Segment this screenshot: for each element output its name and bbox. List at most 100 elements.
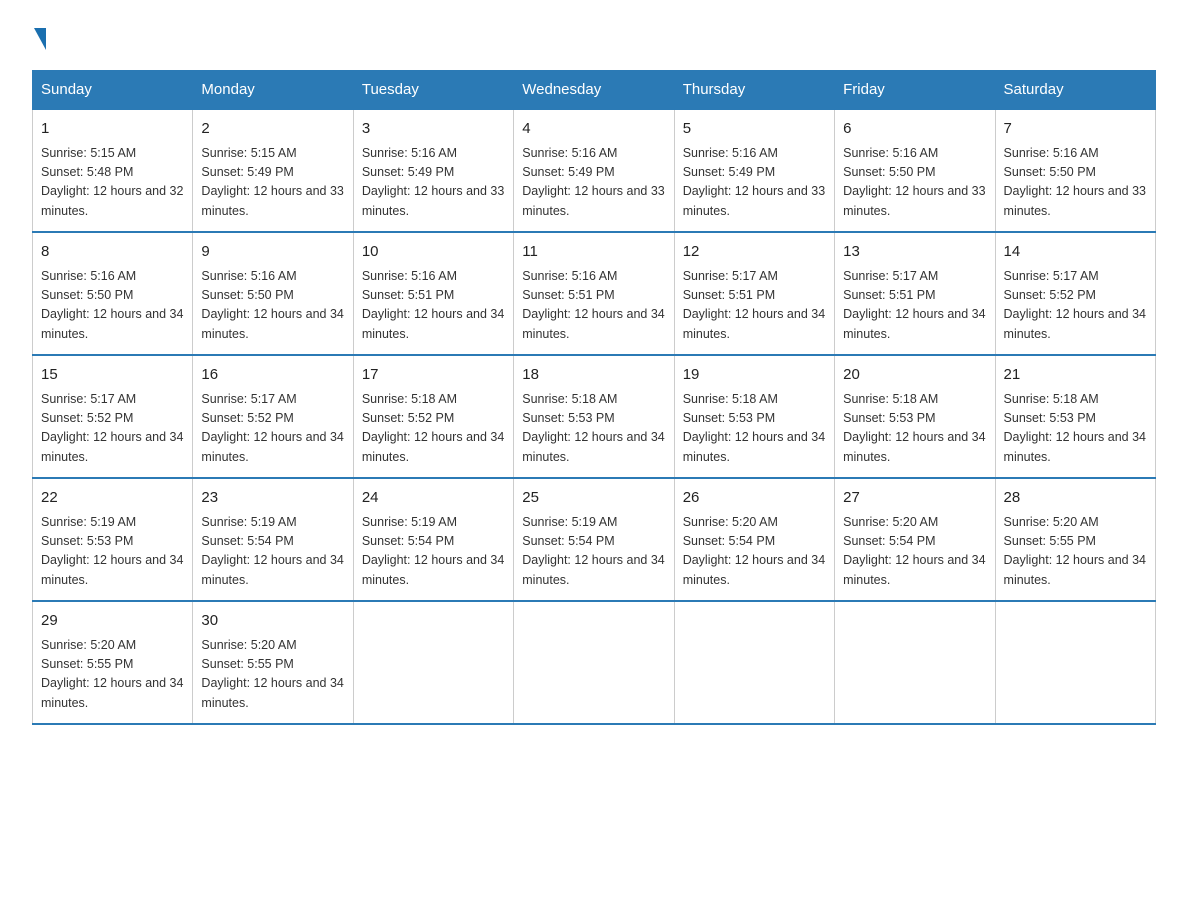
logo [32, 24, 46, 50]
calendar-cell: 10 Sunrise: 5:16 AMSunset: 5:51 PMDayligh… [353, 232, 513, 355]
calendar-cell: 15 Sunrise: 5:17 AMSunset: 5:52 PMDayligh… [33, 355, 193, 478]
day-number: 10 [362, 241, 505, 264]
calendar-cell [514, 601, 674, 724]
calendar-header-wednesday: Wednesday [514, 71, 674, 110]
day-info: Sunrise: 5:16 AMSunset: 5:51 PMDaylight:… [362, 269, 504, 341]
calendar-cell [835, 601, 995, 724]
day-number: 13 [843, 241, 986, 264]
day-number: 25 [522, 487, 665, 510]
day-info: Sunrise: 5:16 AMSunset: 5:49 PMDaylight:… [362, 146, 504, 218]
day-info: Sunrise: 5:17 AMSunset: 5:51 PMDaylight:… [843, 269, 985, 341]
day-number: 11 [522, 241, 665, 264]
day-number: 18 [522, 364, 665, 387]
calendar-cell: 29 Sunrise: 5:20 AMSunset: 5:55 PMDayligh… [33, 601, 193, 724]
calendar-cell: 19 Sunrise: 5:18 AMSunset: 5:53 PMDayligh… [674, 355, 834, 478]
calendar-cell: 7 Sunrise: 5:16 AMSunset: 5:50 PMDaylight… [995, 109, 1155, 232]
day-number: 28 [1004, 487, 1147, 510]
day-number: 24 [362, 487, 505, 510]
calendar-week-row-3: 15 Sunrise: 5:17 AMSunset: 5:52 PMDayligh… [33, 355, 1156, 478]
calendar-header-tuesday: Tuesday [353, 71, 513, 110]
day-number: 16 [201, 364, 344, 387]
calendar-cell: 1 Sunrise: 5:15 AMSunset: 5:48 PMDaylight… [33, 109, 193, 232]
day-number: 6 [843, 118, 986, 141]
calendar-cell: 9 Sunrise: 5:16 AMSunset: 5:50 PMDaylight… [193, 232, 353, 355]
calendar-cell: 23 Sunrise: 5:19 AMSunset: 5:54 PMDayligh… [193, 478, 353, 601]
day-number: 14 [1004, 241, 1147, 264]
calendar-week-row-4: 22Sunrise: 5:19 AMSunset: 5:53 PMDayligh… [33, 478, 1156, 601]
day-info: Sunrise: 5:20 AMSunset: 5:54 PMDaylight:… [683, 515, 825, 587]
day-number: 27 [843, 487, 986, 510]
day-info: Sunrise: 5:16 AMSunset: 5:50 PMDaylight:… [201, 269, 343, 341]
day-info: Sunrise: 5:19 AMSunset: 5:54 PMDaylight:… [201, 515, 343, 587]
calendar-cell: 2Sunrise: 5:15 AMSunset: 5:49 PMDaylight… [193, 109, 353, 232]
calendar-cell: 30 Sunrise: 5:20 AMSunset: 5:55 PMDayligh… [193, 601, 353, 724]
day-number: 22 [41, 487, 184, 510]
day-number: 4 [522, 118, 665, 141]
calendar-cell: 13 Sunrise: 5:17 AMSunset: 5:51 PMDayligh… [835, 232, 995, 355]
day-number: 26 [683, 487, 826, 510]
day-info: Sunrise: 5:16 AMSunset: 5:49 PMDaylight:… [522, 146, 664, 218]
day-number: 5 [683, 118, 826, 141]
calendar-cell: 4 Sunrise: 5:16 AMSunset: 5:49 PMDaylight… [514, 109, 674, 232]
day-number: 23 [201, 487, 344, 510]
day-info: Sunrise: 5:18 AMSunset: 5:53 PMDaylight:… [522, 392, 664, 464]
page-header [32, 24, 1156, 50]
calendar-cell [995, 601, 1155, 724]
calendar-table: SundayMondayTuesdayWednesdayThursdayFrid… [32, 70, 1156, 725]
calendar-cell: 22Sunrise: 5:19 AMSunset: 5:53 PMDayligh… [33, 478, 193, 601]
day-info: Sunrise: 5:17 AMSunset: 5:52 PMDaylight:… [1004, 269, 1146, 341]
calendar-header-saturday: Saturday [995, 71, 1155, 110]
day-info: Sunrise: 5:18 AMSunset: 5:53 PMDaylight:… [1004, 392, 1146, 464]
day-number: 12 [683, 241, 826, 264]
calendar-cell: 16 Sunrise: 5:17 AMSunset: 5:52 PMDayligh… [193, 355, 353, 478]
calendar-cell: 5 Sunrise: 5:16 AMSunset: 5:49 PMDaylight… [674, 109, 834, 232]
day-number: 3 [362, 118, 505, 141]
day-info: Sunrise: 5:18 AMSunset: 5:53 PMDaylight:… [843, 392, 985, 464]
day-info: Sunrise: 5:17 AMSunset: 5:52 PMDaylight:… [41, 392, 183, 464]
calendar-cell: 26 Sunrise: 5:20 AMSunset: 5:54 PMDayligh… [674, 478, 834, 601]
calendar-cell: 3 Sunrise: 5:16 AMSunset: 5:49 PMDaylight… [353, 109, 513, 232]
logo-triangle-icon [34, 28, 46, 50]
calendar-header-friday: Friday [835, 71, 995, 110]
calendar-cell [674, 601, 834, 724]
calendar-cell: 27 Sunrise: 5:20 AMSunset: 5:54 PMDayligh… [835, 478, 995, 601]
calendar-header-row: SundayMondayTuesdayWednesdayThursdayFrid… [33, 71, 1156, 110]
day-info: Sunrise: 5:20 AMSunset: 5:55 PMDaylight:… [41, 638, 183, 710]
calendar-cell: 24 Sunrise: 5:19 AMSunset: 5:54 PMDayligh… [353, 478, 513, 601]
day-info: Sunrise: 5:19 AMSunset: 5:54 PMDaylight:… [522, 515, 664, 587]
calendar-header-monday: Monday [193, 71, 353, 110]
calendar-cell: 14 Sunrise: 5:17 AMSunset: 5:52 PMDayligh… [995, 232, 1155, 355]
day-info: Sunrise: 5:16 AMSunset: 5:50 PMDaylight:… [843, 146, 985, 218]
day-number: 1 [41, 118, 184, 141]
day-info: Sunrise: 5:18 AMSunset: 5:53 PMDaylight:… [683, 392, 825, 464]
day-info: Sunrise: 5:15 AMSunset: 5:49 PMDaylight:… [201, 146, 343, 218]
day-number: 15 [41, 364, 184, 387]
day-info: Sunrise: 5:16 AMSunset: 5:50 PMDaylight:… [1004, 146, 1146, 218]
calendar-cell [353, 601, 513, 724]
day-number: 19 [683, 364, 826, 387]
day-info: Sunrise: 5:20 AMSunset: 5:55 PMDaylight:… [201, 638, 343, 710]
day-info: Sunrise: 5:16 AMSunset: 5:49 PMDaylight:… [683, 146, 825, 218]
day-info: Sunrise: 5:16 AMSunset: 5:50 PMDaylight:… [41, 269, 183, 341]
day-info: Sunrise: 5:20 AMSunset: 5:55 PMDaylight:… [1004, 515, 1146, 587]
calendar-cell: 6 Sunrise: 5:16 AMSunset: 5:50 PMDaylight… [835, 109, 995, 232]
day-number: 17 [362, 364, 505, 387]
calendar-week-row-2: 8Sunrise: 5:16 AMSunset: 5:50 PMDaylight… [33, 232, 1156, 355]
day-number: 21 [1004, 364, 1147, 387]
day-number: 20 [843, 364, 986, 387]
day-info: Sunrise: 5:15 AMSunset: 5:48 PMDaylight:… [41, 146, 183, 218]
day-info: Sunrise: 5:16 AMSunset: 5:51 PMDaylight:… [522, 269, 664, 341]
calendar-header-thursday: Thursday [674, 71, 834, 110]
day-info: Sunrise: 5:19 AMSunset: 5:54 PMDaylight:… [362, 515, 504, 587]
calendar-cell: 25 Sunrise: 5:19 AMSunset: 5:54 PMDayligh… [514, 478, 674, 601]
day-number: 30 [201, 610, 344, 633]
calendar-cell: 17Sunrise: 5:18 AMSunset: 5:52 PMDayligh… [353, 355, 513, 478]
day-number: 7 [1004, 118, 1147, 141]
calendar-week-row-1: 1 Sunrise: 5:15 AMSunset: 5:48 PMDaylight… [33, 109, 1156, 232]
calendar-cell: 12Sunrise: 5:17 AMSunset: 5:51 PMDayligh… [674, 232, 834, 355]
day-info: Sunrise: 5:20 AMSunset: 5:54 PMDaylight:… [843, 515, 985, 587]
calendar-cell: 18 Sunrise: 5:18 AMSunset: 5:53 PMDayligh… [514, 355, 674, 478]
day-info: Sunrise: 5:17 AMSunset: 5:52 PMDaylight:… [201, 392, 343, 464]
day-number: 29 [41, 610, 184, 633]
day-number: 9 [201, 241, 344, 264]
